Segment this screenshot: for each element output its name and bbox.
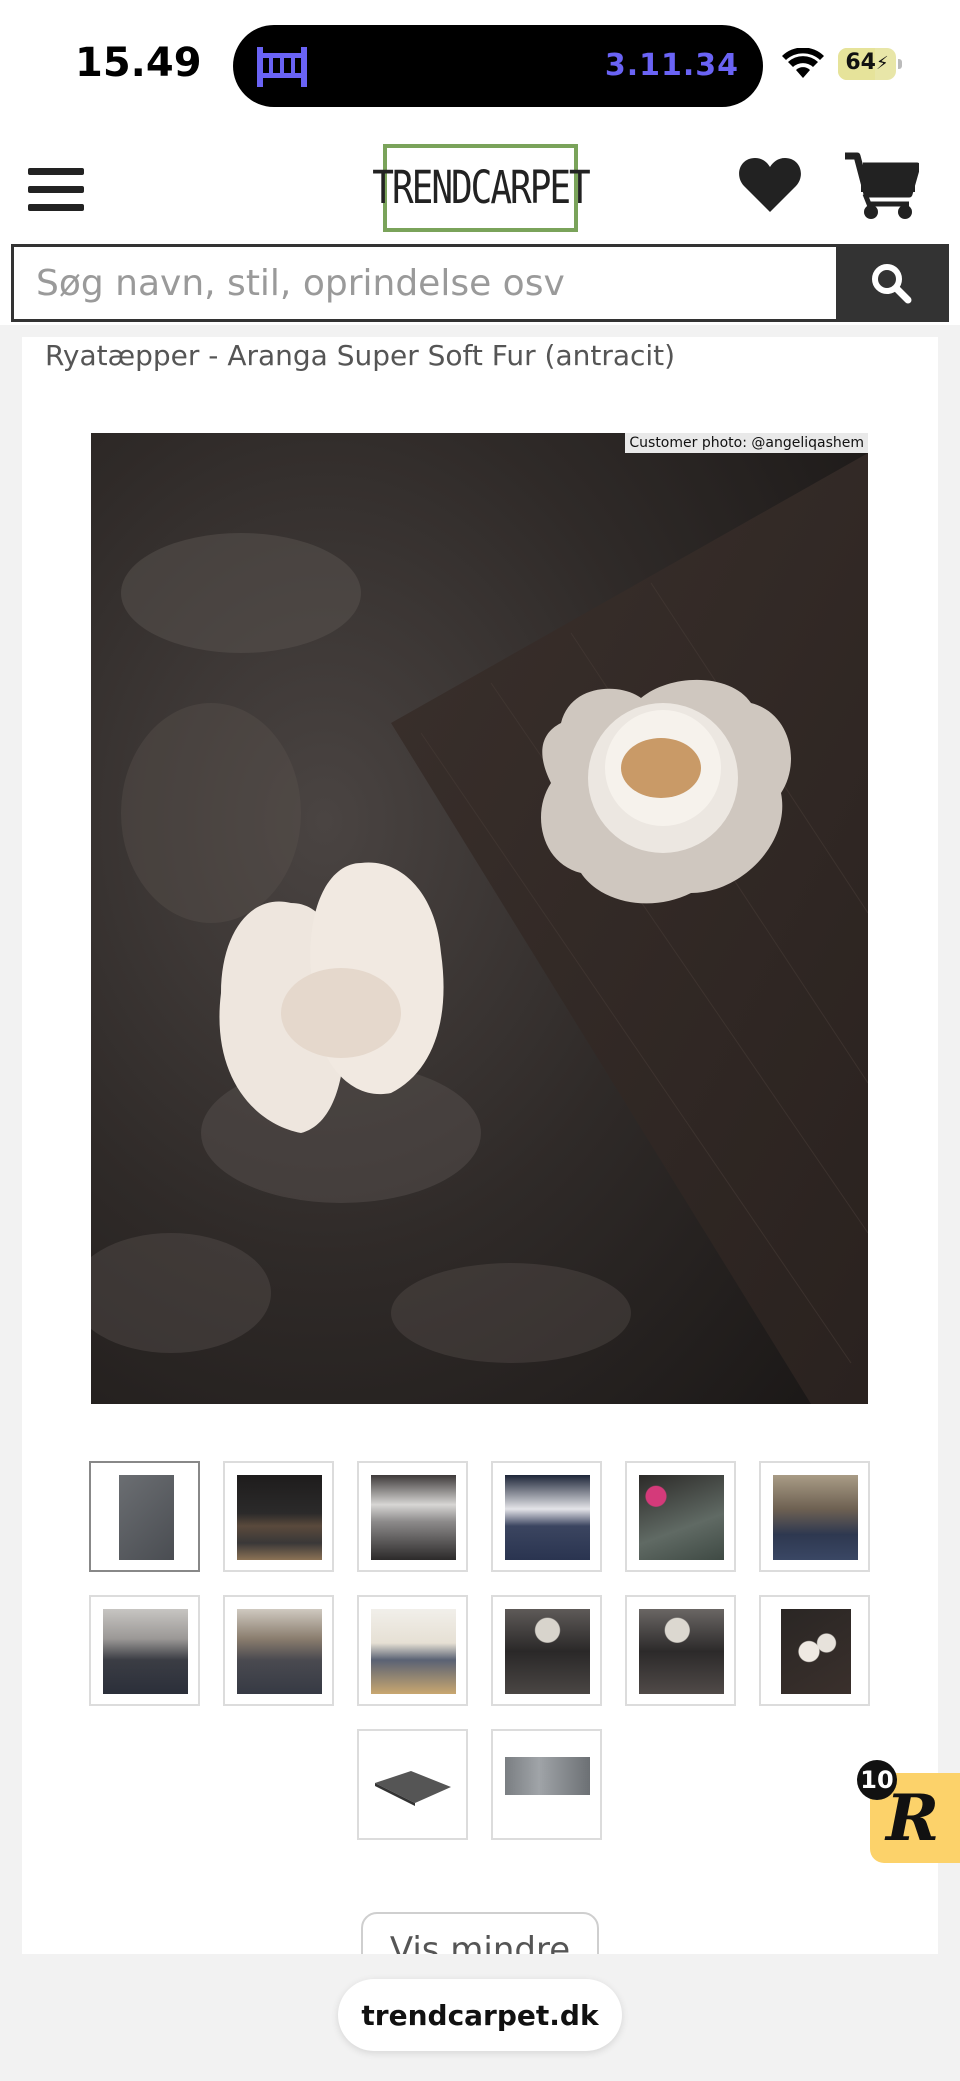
thumbnail-6[interactable] [759, 1461, 870, 1572]
thumbnail-12[interactable] [759, 1595, 870, 1706]
show-less-button[interactable]: Vis mindre [361, 1912, 599, 1954]
rug-shape-thumbnail [375, 1771, 451, 1806]
main-product-photo[interactable]: Customer photo: @angeliqashem [91, 433, 868, 1404]
thumbnail-3[interactable] [357, 1461, 468, 1572]
search-input[interactable] [14, 247, 836, 319]
dynamic-island[interactable]: 3.11.34 [233, 25, 763, 107]
thumbnail-8[interactable] [223, 1595, 334, 1706]
logo-text: TRENDCARPET [372, 162, 590, 214]
menu-icon[interactable] [28, 168, 84, 212]
product-card: Ryatæpper - Aranga Super Soft Fur (antra… [22, 337, 938, 1954]
battery-level: 64⚡ [845, 50, 889, 75]
thumbnail-5[interactable] [625, 1461, 736, 1572]
thumbnail-1[interactable] [89, 1461, 200, 1572]
reviews-logo: R [886, 1781, 940, 1856]
thumbnail-11[interactable] [625, 1595, 736, 1706]
thumbnail-2[interactable] [223, 1461, 334, 1572]
site-logo[interactable]: TRENDCARPET [372, 144, 591, 232]
photo-credit: Customer photo: @angeliqashem [625, 433, 868, 453]
thumbnail-14[interactable] [491, 1729, 602, 1840]
thumbnail-9[interactable] [357, 1595, 468, 1706]
battery-icon: 64⚡ [838, 48, 902, 80]
browser-url-bar[interactable]: trendcarpet.dk [338, 1979, 622, 2051]
search-icon [872, 264, 912, 304]
wifi-icon [782, 48, 824, 78]
status-time: 15.49 [75, 40, 202, 86]
search-bar [11, 244, 949, 322]
site-header: TRENDCARPET [0, 126, 960, 244]
product-breadcrumb[interactable]: Ryatæpper - Aranga Super Soft Fur (antra… [45, 339, 675, 372]
thumbnail-10[interactable] [491, 1595, 602, 1706]
thumbnail-7[interactable] [89, 1595, 200, 1706]
search-button[interactable] [836, 247, 946, 319]
status-bar: 15.49 3.11.34 64⚡ [0, 0, 960, 126]
activity-timer: 3.11.34 [604, 48, 739, 83]
heart-icon[interactable] [738, 156, 802, 214]
cart-icon[interactable] [843, 152, 919, 222]
rug-photo-image [91, 433, 868, 1404]
thumbnail-4[interactable] [491, 1461, 602, 1572]
notification-badge: 10 [857, 1760, 897, 1800]
bed-icon [257, 47, 307, 87]
thumbnail-13[interactable] [357, 1729, 468, 1840]
